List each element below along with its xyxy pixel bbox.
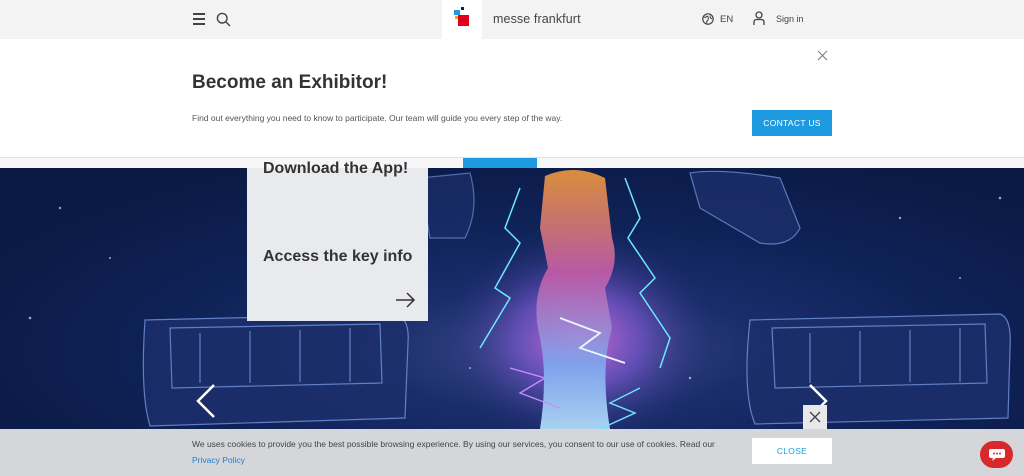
download-app-link[interactable]: Download the App!	[263, 160, 408, 178]
privacy-policy-link[interactable]: Privacy Policy	[192, 455, 245, 465]
hamburger-menu-icon[interactable]	[193, 13, 205, 26]
chevron-left-icon[interactable]	[196, 384, 216, 418]
close-icon	[809, 411, 821, 423]
exhibitor-description: Find out everything you need to know to …	[192, 113, 563, 123]
close-icon[interactable]	[817, 50, 828, 61]
arrow-right-icon[interactable]	[395, 292, 417, 308]
logo-text[interactable]: messe frankfurt	[493, 12, 581, 26]
language-selector[interactable]: EN	[720, 14, 733, 25]
logo-box[interactable]	[442, 0, 482, 39]
active-indicator-bar	[463, 158, 537, 168]
hero-banner	[0, 168, 1024, 429]
globe-icon[interactable]	[702, 13, 714, 25]
cookie-text: We uses cookies to provide you the best …	[192, 439, 715, 449]
chat-button[interactable]	[980, 441, 1013, 468]
cookie-close-x-button[interactable]	[803, 405, 827, 429]
cookie-banner: We uses cookies to provide you the best …	[0, 429, 1024, 476]
access-key-info-link[interactable]: Access the key info	[263, 246, 413, 267]
hero-image	[28, 169, 1011, 429]
search-icon[interactable]	[216, 12, 231, 27]
exhibitor-title: Become an Exhibitor!	[192, 72, 388, 93]
cookie-close-button[interactable]: CLOSE	[752, 438, 832, 464]
messe-frankfurt-logo-icon	[454, 7, 469, 26]
user-icon[interactable]	[753, 11, 765, 26]
info-card: Download the App! Access the key info	[247, 160, 428, 321]
exhibitor-panel: Become an Exhibitor! Find out everything…	[0, 39, 1024, 158]
chat-bubble-icon	[988, 448, 1005, 461]
contact-us-button[interactable]: CONTACT US	[752, 110, 832, 136]
top-header: messe frankfurt EN Sign in	[0, 0, 1024, 39]
divider-strip	[0, 158, 1024, 168]
sign-in-link[interactable]: Sign in	[776, 14, 804, 24]
